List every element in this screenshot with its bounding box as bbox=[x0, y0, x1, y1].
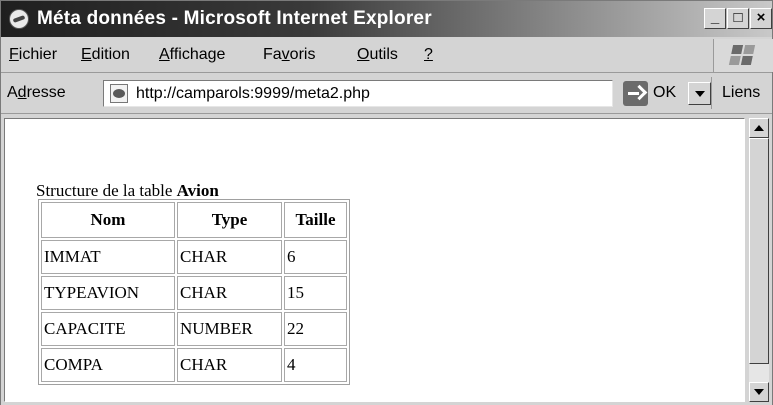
table-row: IMMAT CHAR 6 bbox=[41, 240, 347, 274]
heading-prefix: Structure de la table bbox=[36, 181, 177, 200]
cell-taille: 15 bbox=[284, 276, 347, 310]
page-icon bbox=[110, 84, 128, 103]
header-taille: Taille bbox=[284, 202, 347, 238]
menu-edition-label: dition bbox=[91, 46, 130, 63]
menu-help[interactable]: ? bbox=[424, 46, 433, 64]
cell-type: CHAR bbox=[177, 240, 282, 274]
menu-favoris-label-end: oris bbox=[289, 46, 316, 63]
menu-favoris-label-start: Fa bbox=[263, 46, 282, 63]
go-arrow-icon[interactable] bbox=[623, 81, 648, 106]
scroll-up-button[interactable] bbox=[749, 118, 769, 138]
cell-taille: 4 bbox=[284, 348, 347, 382]
address-label-end: resse bbox=[26, 84, 66, 101]
table-row: CAPACITE NUMBER 22 bbox=[41, 312, 347, 346]
menu-affichage-mnemonic: A bbox=[159, 46, 170, 63]
address-bar: Adresse http://camparols:9999/meta2.php … bbox=[1, 73, 772, 114]
address-input[interactable]: http://camparols:9999/meta2.php bbox=[103, 80, 711, 107]
heading-table-name: Avion bbox=[176, 181, 219, 200]
page-heading: Structure de la table Avion bbox=[36, 181, 219, 201]
maximize-button[interactable]: □ bbox=[727, 8, 749, 29]
browser-window: Méta données - Microsoft Internet Explor… bbox=[0, 0, 773, 405]
cell-nom: COMPA bbox=[41, 348, 175, 382]
menu-favoris[interactable]: Favoris bbox=[263, 46, 315, 64]
cell-nom: TYPEAVION bbox=[41, 276, 175, 310]
header-nom: Nom bbox=[41, 202, 175, 238]
page-viewport: Structure de la table Avion Nom Type Tai… bbox=[4, 118, 745, 402]
cell-nom: CAPACITE bbox=[41, 312, 175, 346]
table-header-row: Nom Type Taille bbox=[41, 202, 347, 238]
menu-fichier[interactable]: Fichier bbox=[9, 46, 57, 64]
cell-taille: 22 bbox=[284, 312, 347, 346]
structure-table: Nom Type Taille IMMAT CHAR 6 TYPEAVION C… bbox=[38, 199, 350, 385]
menu-affichage-label: ffichage bbox=[169, 46, 226, 63]
cell-nom: IMMAT bbox=[41, 240, 175, 274]
go-button[interactable]: OK bbox=[653, 84, 676, 102]
menu-affichage[interactable]: Affichage bbox=[159, 46, 225, 64]
menu-favoris-mnemonic: v bbox=[281, 46, 290, 63]
menu-outils-label: utils bbox=[369, 46, 398, 63]
toolbar-separator bbox=[711, 77, 712, 109]
address-label-start: A bbox=[7, 84, 18, 101]
menu-help-mnemonic: ? bbox=[424, 46, 433, 63]
scroll-thumb[interactable] bbox=[749, 138, 769, 364]
scroll-down-button[interactable] bbox=[749, 382, 769, 402]
throbber bbox=[713, 39, 773, 72]
content-area: Structure de la table Avion Nom Type Tai… bbox=[1, 115, 772, 405]
ie-icon bbox=[9, 9, 29, 29]
menu-fichier-label: ichier bbox=[18, 46, 58, 63]
menu-bar: Fichier Edition Affichage Favoris Outils… bbox=[1, 39, 773, 73]
cell-type: CHAR bbox=[177, 276, 282, 310]
table-row: TYPEAVION CHAR 15 bbox=[41, 276, 347, 310]
address-label: Adresse bbox=[7, 84, 66, 102]
menu-outils-mnemonic: O bbox=[357, 46, 370, 63]
title-bar[interactable]: Méta données - Microsoft Internet Explor… bbox=[1, 1, 772, 37]
links-button[interactable]: Liens bbox=[722, 84, 760, 102]
windows-logo-icon bbox=[728, 45, 756, 65]
cell-taille: 6 bbox=[284, 240, 347, 274]
cell-type: CHAR bbox=[177, 348, 282, 382]
address-label-mnemonic: d bbox=[17, 84, 27, 101]
cell-type: NUMBER bbox=[177, 312, 282, 346]
menu-edition[interactable]: Edition bbox=[81, 46, 130, 64]
menu-edition-mnemonic: E bbox=[81, 46, 92, 63]
header-type: Type bbox=[177, 202, 282, 238]
table-row: COMPA CHAR 4 bbox=[41, 348, 347, 382]
menu-fichier-mnemonic: F bbox=[9, 46, 19, 63]
minimize-button[interactable]: _ bbox=[704, 8, 726, 29]
vertical-scrollbar[interactable] bbox=[749, 118, 769, 402]
address-dropdown-button[interactable] bbox=[688, 82, 711, 105]
menu-outils[interactable]: Outils bbox=[357, 46, 398, 64]
window-title: Méta données - Microsoft Internet Explor… bbox=[37, 8, 432, 29]
close-button[interactable]: × bbox=[750, 8, 772, 29]
address-url: http://camparols:9999/meta2.php bbox=[136, 85, 370, 102]
